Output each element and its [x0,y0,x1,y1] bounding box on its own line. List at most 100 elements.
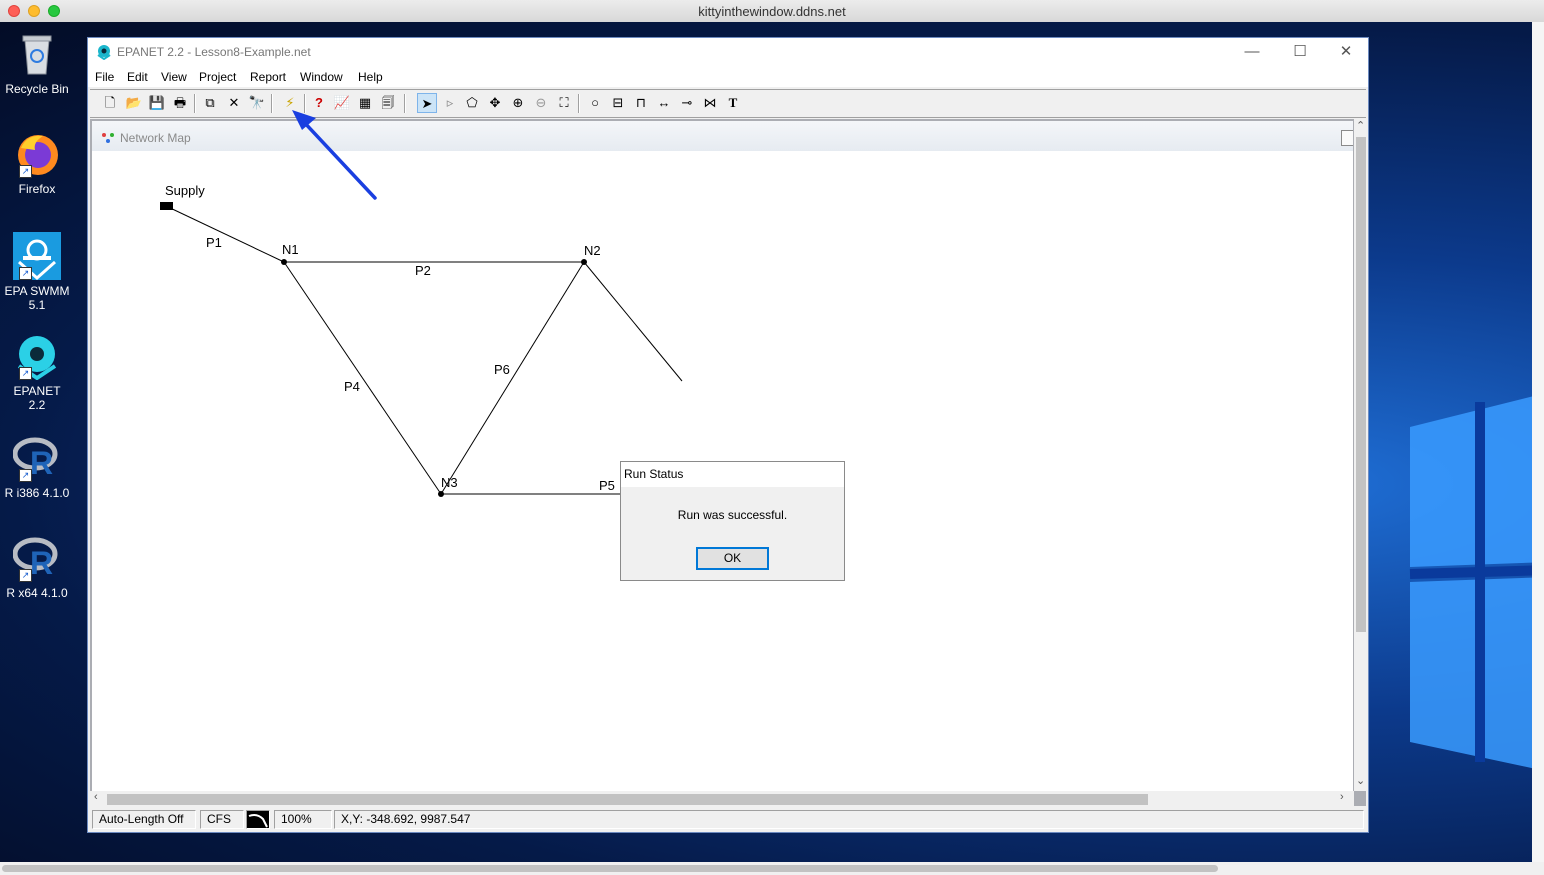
menu-file[interactable]: File [95,70,114,84]
desktop-icon-epa-swmm[interactable]: ↗ EPA SWMM 5.1 [4,232,70,312]
mac-titlebar: kittyinthewindow.ddns.net [0,0,1544,23]
menu-view[interactable]: View [161,70,187,84]
add-tank-icon[interactable]: ⊓ [631,93,651,113]
link-label: P1 [206,235,222,250]
new-icon[interactable]: 🗋 [100,93,120,113]
maximize-button[interactable]: ☐ [1285,42,1315,62]
shortcut-arrow-icon: ↗ [19,569,32,582]
desktop-icon-r-x64[interactable]: R ↗ R x64 4.1.0 [4,534,70,600]
menu-window[interactable]: Window [300,70,343,84]
shortcut-arrow-icon: ↗ [19,267,32,280]
add-pump-icon[interactable]: ⊸ [677,93,697,113]
close-button[interactable]: ✕ [1331,42,1361,62]
map-vertical-scroll-thumb[interactable] [1356,137,1366,632]
pipe-p4[interactable] [283,261,442,495]
dialog-titlebar: Run Status [621,462,844,487]
reservoir-supply[interactable] [160,202,173,210]
flow-units-status: CFS [200,810,244,829]
pipe-p1[interactable] [165,205,285,263]
select-object-icon[interactable]: ➤ [417,93,437,113]
desktop-icon-recycle-bin[interactable]: Recycle Bin [4,30,70,96]
add-label-icon[interactable]: T [723,93,743,113]
full-extent-icon[interactable]: ⛶ [554,93,574,113]
ok-button[interactable]: OK [696,547,769,570]
run-status-dialog: Run Status Run was successful. OK [620,461,845,581]
shortcut-arrow-icon: ↗ [19,469,32,482]
pipe-p6[interactable] [440,261,585,495]
cursor-coordinates-status: X,Y: -348.692, 9987.547 [334,810,1364,829]
map-vertical-scrollbar[interactable]: ⌃ ⌄ [1354,119,1366,791]
zoom-in-icon[interactable]: ⊕ [508,93,528,113]
desktop-icon-label: Recycle Bin [5,82,69,96]
toolbar-separator [404,94,406,113]
node-label: Supply [165,183,205,198]
junction-n2[interactable] [581,259,587,265]
pipe-p3[interactable] [583,261,683,382]
menu-project[interactable]: Project [199,70,236,84]
firefox-icon: ↗ [13,130,61,178]
shortcut-arrow-icon: ↗ [19,165,32,178]
node-label: N1 [282,242,299,257]
mac-window-title: kittyinthewindow.ddns.net [698,4,846,19]
r-icon: R ↗ [12,534,61,582]
scroll-left-icon[interactable]: ‹ [94,791,98,803]
scroll-up-icon[interactable]: ⌃ [1356,119,1365,132]
menu-help[interactable]: Help [358,70,383,84]
select-region-icon[interactable]: ⬠ [462,93,482,113]
desktop-icon-firefox[interactable]: ↗ Firefox [4,130,70,196]
toolbar-separator [578,94,580,113]
add-junction-icon[interactable]: ○ [585,93,605,113]
node-label: N3 [441,475,458,490]
app-title: EPANET 2.2 - Lesson8-Example.net [117,45,311,59]
scroll-down-icon[interactable]: ⌄ [1356,774,1365,787]
open-icon[interactable]: 📂 [124,93,144,113]
network-map-icon [102,133,114,143]
map-window-control-button[interactable] [1341,130,1353,146]
menu-report[interactable]: Report [250,70,286,84]
save-icon[interactable]: 💾 [147,93,167,113]
desktop-icon-epanet[interactable]: ↗ EPANET 2.2 [4,332,70,412]
delete-icon[interactable]: ✕ [224,93,244,113]
node-label: N2 [584,243,601,258]
junction-n3[interactable] [438,491,444,497]
link-label: P2 [415,263,431,278]
toolbar-separator [194,94,196,113]
add-pipe-icon[interactable]: ↔ [654,93,674,113]
mac-vertical-scrollbar[interactable] [1532,22,1544,862]
menu-edit[interactable]: Edit [127,70,148,84]
mac-horizontal-scrollbar[interactable] [0,862,1544,875]
shortcut-arrow-icon: ↗ [19,367,32,380]
network-map-window: Network Map Supply N1 N2 N3 P1 P2 P4 P5 … [92,121,1353,804]
dialog-message: Run was successful. [677,508,788,522]
link-label: P4 [344,379,360,394]
map-horizontal-scroll-thumb[interactable] [107,794,1148,805]
svg-text:R: R [30,445,53,481]
desktop-icon-label: EPANET 2.2 [13,384,61,412]
print-icon[interactable]: 🖶 [170,93,190,113]
pan-icon[interactable]: ✥ [485,93,505,113]
zoom-out-icon[interactable]: ⊖ [531,93,551,113]
desktop-icon-label: R i386 4.1.0 [4,486,70,500]
mac-horizontal-scroll-thumb[interactable] [2,865,1218,872]
network-map-title: Network Map [120,131,191,145]
map-horizontal-scrollbar[interactable]: ‹ › [90,791,1354,806]
epanet-logo-icon [97,45,111,60]
find-icon[interactable]: 🔭 [247,93,267,113]
add-valve-icon[interactable]: ⋈ [700,93,720,113]
select-vertex-icon[interactable]: ▹ [440,93,460,113]
link-label: P5 [599,478,615,493]
link-label: P6 [494,362,510,377]
epanet-icon: ↗ [13,332,61,381]
mdi-client-area: Network Map Supply N1 N2 N3 P1 P2 P4 P5 … [90,119,1366,806]
svg-text:R: R [30,545,53,581]
desktop-icon-r-i386[interactable]: R ↗ R i386 4.1.0 [4,434,70,500]
add-reservoir-icon[interactable]: ⊟ [608,93,628,113]
windows-logo-wallpaper [1409,396,1532,769]
scroll-right-icon[interactable]: › [1340,791,1344,803]
auto-length-status[interactable]: Auto-Length Off [92,810,196,829]
junction-n1[interactable] [281,259,287,265]
r-icon: R ↗ [12,434,61,482]
recycle-bin-icon [13,30,61,78]
minimize-button[interactable]: — [1237,42,1267,62]
copy-icon[interactable]: ⧉ [200,93,220,113]
